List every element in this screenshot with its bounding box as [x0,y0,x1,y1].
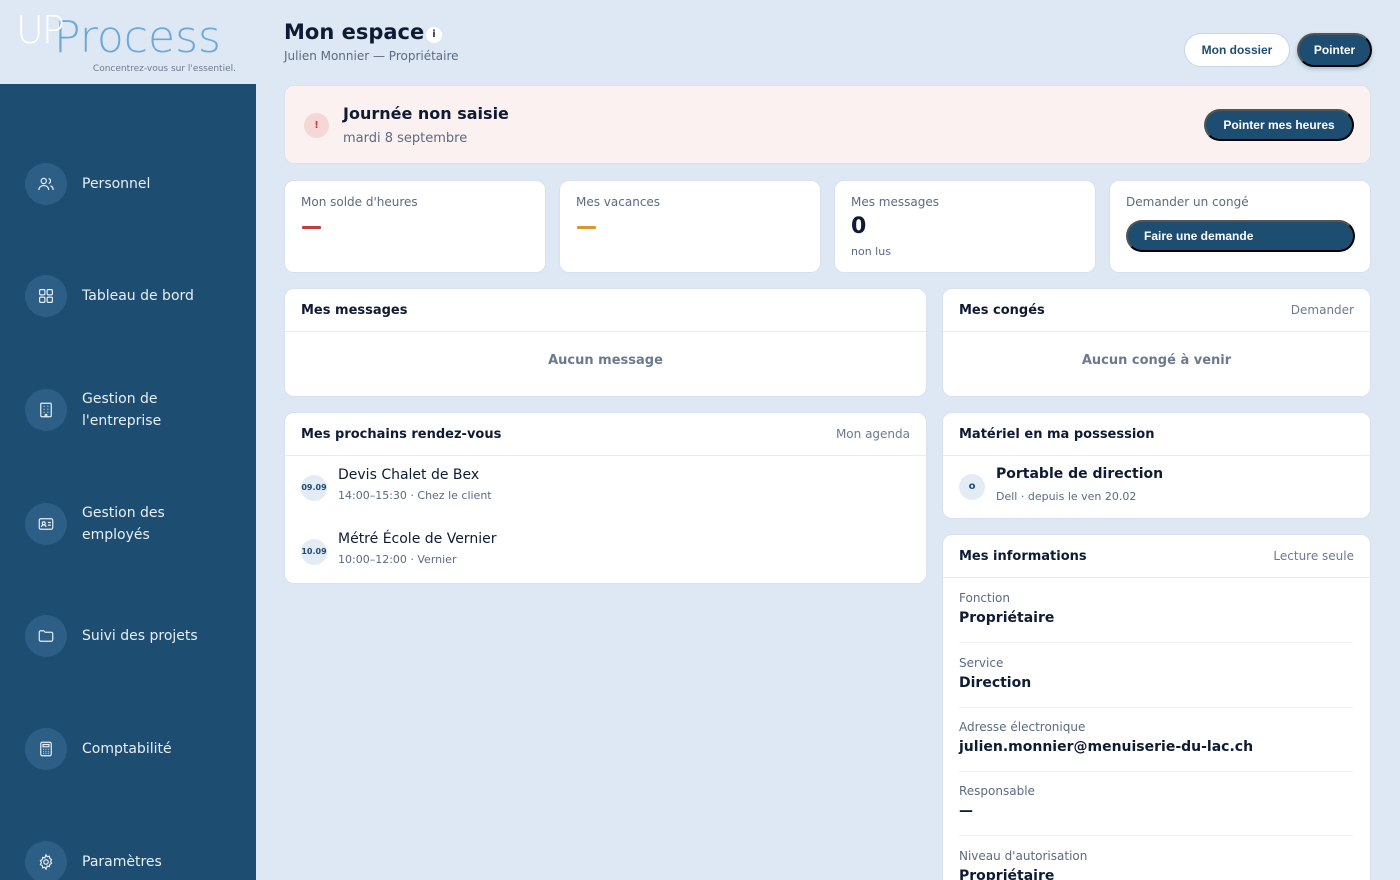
sidebar-item-label: Gestion des employés [82,505,165,543]
sidebar-item-gestion-entreprise[interactable]: Gestion de l'entreprise [25,388,232,432]
stat-label: Mes vacances [576,195,661,209]
stat-label: Demander un congé [1126,195,1249,209]
calculator-icon [25,728,67,770]
sidebar-item-label: Comptabilité [82,741,172,757]
gear-icon [25,841,67,880]
page-subtitle: Julien Monnier — Propriétaire [284,49,459,63]
folder-icon [25,615,67,657]
empty-state: Aucun message [548,353,663,368]
sidebar-item-personnel[interactable]: Personnel [25,163,150,205]
users-icon [25,163,67,205]
mon-dossier-button[interactable]: Mon dossier [1184,33,1290,67]
sidebar-item-label: Tableau de bord [82,288,194,304]
stat-messages: Mes messages 0 non lus [834,180,1096,273]
sidebar-item-parametres[interactable]: Paramètres [25,841,162,880]
informations-panel: Mes informations Lecture seule Fonction … [942,534,1371,880]
alert-icon: ! [304,113,329,138]
lecture-seule-label: Lecture seule [1273,549,1354,563]
panel-header: Mes congés Demander [943,289,1370,332]
logo-up-text: UP [16,8,65,52]
panel-header: Mes prochains rendez-vous Mon agenda [285,413,926,456]
info-label: Responsable [959,784,1035,798]
stat-value-dash [577,226,596,229]
stat-solde-heures: Mon solde d'heures [284,180,546,273]
appt-details: 10:00–12:00 · Vernier [338,553,457,566]
logo-tagline: Concentrez-vous sur l'essentiel. [92,64,236,74]
alert-date: mardi 8 septembre [343,131,468,146]
appt-title: Métré École de Vernier [338,531,497,547]
sidebar-item-label: Gestion de l'entreprise [82,391,162,429]
sidebar-item-comptabilite[interactable]: Comptabilité [25,728,172,770]
pointer-button[interactable]: Pointer [1297,33,1372,67]
info-value: julien.monnier@menuiserie-du-lac.ch [959,739,1254,755]
rendez-vous-panel: Mes prochains rendez-vous Mon agenda 09.… [284,412,927,584]
info-row-niveau: Niveau d'autorisation Propriétaire [959,849,1353,880]
demander-link[interactable]: Demander [1291,303,1354,317]
building-icon [25,389,67,431]
info-value: Propriétaire [959,610,1055,626]
panel-title: Mes messages [301,302,408,318]
conges-panel: Mes congés Demander Aucun congé à venir [942,288,1371,397]
mon-agenda-link[interactable]: Mon agenda [836,427,910,441]
faire-une-demande-button[interactable]: Faire une demande [1126,220,1355,252]
appt-date-badge: 10.09 [301,539,327,565]
info-row-responsable: Responsable — [959,784,1353,836]
list-item[interactable]: 10.09 Métré École de Vernier 10:00–12:00… [301,531,496,566]
journee-non-saisie-alert: ! Journée non saisie mardi 8 septembre P… [284,85,1371,164]
panel-title: Mes informations [959,548,1087,564]
info-label: Adresse électronique [959,720,1086,734]
panel-header: Mes informations Lecture seule [943,535,1370,578]
panel-title: Matériel en ma possession [959,426,1155,442]
stat-value: 0 [851,214,867,239]
info-value: — [959,803,973,819]
info-value: Direction [959,675,1032,691]
info-row-fonction: Fonction Propriétaire [959,591,1353,643]
stat-demander-conge: Demander un congé Faire une demande [1109,180,1371,273]
sidebar: Personnel Tableau de bord Gestion de l'e… [0,84,256,880]
list-item[interactable]: 09.09 Devis Chalet de Bex 14:00–15:30 · … [301,467,492,502]
pointer-mes-heures-button[interactable]: Pointer mes heures [1204,109,1354,141]
alert-title: Journée non saisie [343,104,509,123]
info-row-adresse: Adresse électronique julien.monnier@menu… [959,720,1353,772]
sidebar-item-tableau-de-bord[interactable]: Tableau de bord [25,275,194,317]
equipment-title: Portable de direction [996,466,1164,482]
info-label: Service [959,656,1004,670]
stat-value-dash [302,226,321,229]
panel-title: Mes prochains rendez-vous [301,426,502,442]
appt-date-badge: 09.09 [301,475,327,501]
appt-title: Devis Chalet de Bex [338,467,480,483]
sidebar-item-label: Suivi des projets [82,628,198,644]
info-icon[interactable]: i [426,27,442,43]
stat-sub: non lus [851,245,891,258]
info-label: Fonction [959,591,1011,605]
id-card-icon [25,503,67,545]
empty-state: Aucun congé à venir [1081,353,1232,368]
info-value: Propriétaire [959,868,1055,880]
panel-header: Mes messages [285,289,926,332]
sidebar-item-label: Personnel [82,176,151,192]
page-title: Mon espace [284,20,425,44]
materiel-panel: Matériel en ma possession o Portable de … [942,412,1371,519]
sidebar-item-suivi-projets[interactable]: Suivi des projets [25,615,198,657]
appt-details: 14:00–15:30 · Chez le client [338,489,492,502]
grid-icon [25,275,67,317]
logo[interactable]: Process UP Concentrez-vous sur l'essenti… [0,0,256,84]
messages-panel: Mes messages Aucun message [284,288,927,397]
equipment-icon: o [959,474,985,500]
info-label: Niveau d'autorisation [959,849,1088,863]
sidebar-item-gestion-employes[interactable]: Gestion des employés [25,502,232,546]
sidebar-item-label: Paramètres [82,854,162,870]
stat-label: Mes messages [851,195,939,209]
info-row-service: Service Direction [959,656,1353,708]
panel-title: Mes congés [959,302,1045,318]
equipment-details: Dell · depuis le ven 20.02 [996,490,1137,503]
stat-label: Mon solde d'heures [301,195,418,209]
panel-header: Matériel en ma possession [943,413,1370,456]
logo-process-text: Process [54,12,221,63]
stat-vacances: Mes vacances [559,180,821,273]
